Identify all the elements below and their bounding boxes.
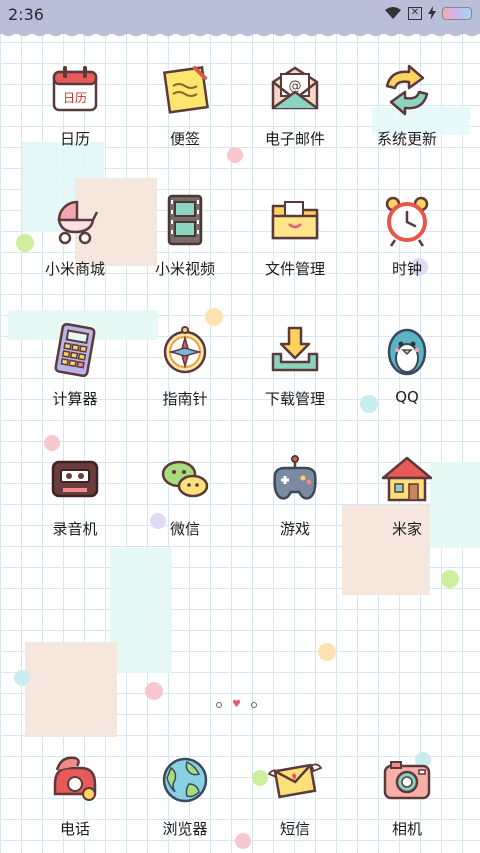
dock-browser[interactable]: 浏览器 [130, 750, 240, 839]
download-icon [271, 326, 319, 372]
battery-icon [442, 6, 472, 20]
app-email[interactable]: @ 电子邮件 [240, 60, 350, 149]
app-label: 浏览器 [162, 820, 208, 838]
wallpaper-dot [44, 435, 60, 451]
gamepad-icon [273, 455, 317, 500]
app-label: 微信 [169, 520, 200, 538]
wallpaper-dot [318, 643, 336, 661]
calculator-icon [54, 322, 96, 378]
status-icons: ✕ [384, 6, 472, 20]
wifi-icon [385, 7, 401, 19]
app-mi-video[interactable]: 小米视频 [130, 190, 240, 279]
phone-icon [53, 756, 97, 801]
svg-text:日历: 日历 [63, 91, 87, 105]
app-recorder[interactable]: 录音机 [20, 450, 130, 539]
app-label: QQ [395, 388, 419, 406]
app-games[interactable]: 游戏 [240, 450, 350, 539]
app-wechat[interactable]: 微信 [130, 450, 240, 539]
cassette-icon [51, 460, 99, 498]
app-notes[interactable]: 便签 [130, 60, 240, 149]
app-file-manager[interactable]: 文件管理 [240, 190, 350, 279]
app-system-update[interactable]: 系统更新 [352, 60, 462, 149]
app-label: 便签 [169, 130, 200, 148]
app-label: 计算器 [52, 390, 98, 408]
charging-icon [428, 6, 436, 20]
app-download-manager[interactable]: 下载管理 [240, 320, 350, 409]
app-label: 下载管理 [264, 390, 325, 408]
calendar-icon: 日历 [52, 66, 98, 112]
page-dot[interactable] [250, 702, 257, 708]
app-label: 电话 [59, 820, 90, 838]
app-label: 时钟 [391, 260, 422, 278]
status-bar-scallop-border [0, 28, 480, 44]
stroller-icon [57, 200, 99, 245]
notes-icon [162, 65, 210, 114]
app-compass[interactable]: 指南针 [130, 320, 240, 409]
house-icon [381, 456, 433, 502]
app-label: 电子邮件 [264, 130, 325, 148]
wallpaper-dot [441, 570, 459, 588]
app-calculator[interactable]: 计算器 [20, 320, 130, 409]
dock-messages[interactable]: 短信 [240, 750, 350, 839]
film-icon [167, 194, 203, 246]
love-letter-icon [267, 763, 323, 799]
globe-icon [162, 757, 208, 803]
app-mi-home[interactable]: 米家 [352, 450, 462, 539]
update-icon [385, 64, 429, 116]
email-icon: @ [271, 66, 319, 110]
app-mi-store[interactable]: 小米商城 [20, 190, 130, 279]
wallpaper-dot [227, 147, 243, 163]
chat-bubbles-icon [161, 460, 209, 498]
wallpaper-note [25, 642, 117, 737]
no-sim-icon: ✕ [408, 6, 422, 20]
app-label: 录音机 [52, 520, 98, 538]
alarm-clock-icon [385, 196, 429, 247]
app-label: 小米商城 [44, 260, 105, 278]
wallpaper-dot [145, 682, 163, 700]
app-label: 短信 [279, 820, 310, 838]
compass-icon [163, 326, 207, 374]
app-qq[interactable]: QQ [352, 320, 462, 406]
app-label: 系统更新 [376, 130, 437, 148]
app-label: 小米视频 [154, 260, 215, 278]
penguin-icon [387, 328, 427, 376]
folder-icon [271, 201, 319, 240]
app-clock[interactable]: 时钟 [352, 190, 462, 279]
camera-icon [383, 761, 431, 800]
page-indicator[interactable]: ♥ [216, 700, 257, 710]
app-calendar[interactable]: 日历 日历 [20, 60, 130, 149]
heart-icon[interactable]: ♥ [232, 700, 241, 710]
dock-phone[interactable]: 电话 [20, 750, 130, 839]
dock-camera[interactable]: 相机 [352, 750, 462, 839]
app-label: 米家 [391, 520, 422, 538]
wallpaper-dot [14, 670, 30, 686]
status-time: 2:36 [8, 5, 44, 24]
wallpaper-note [110, 548, 172, 673]
page-dot[interactable] [216, 702, 222, 708]
app-label: 文件管理 [264, 260, 325, 278]
app-label: 相机 [391, 820, 422, 838]
app-label: 游戏 [279, 520, 310, 538]
app-label: 日历 [59, 130, 90, 148]
app-label: 指南针 [162, 390, 208, 408]
